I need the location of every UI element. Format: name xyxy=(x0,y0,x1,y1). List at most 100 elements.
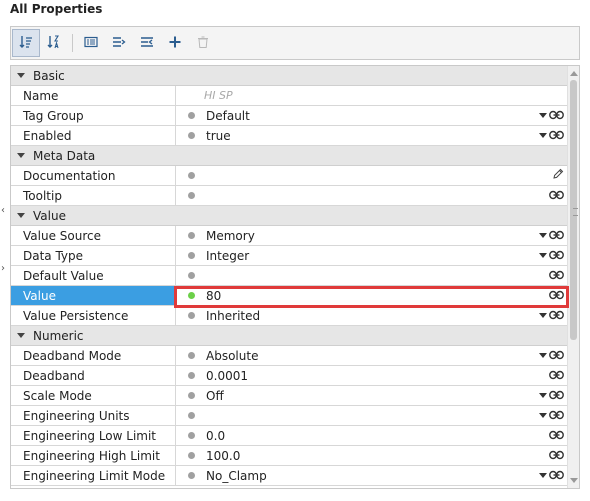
link-binding-icon[interactable] xyxy=(549,249,564,263)
section-basic[interactable]: Basic xyxy=(11,66,568,86)
property-row-engineering-high-limit[interactable]: Engineering High Limit 100.0 xyxy=(11,446,568,466)
dropdown-arrow-icon[interactable] xyxy=(539,133,547,138)
collapse-all-button[interactable] xyxy=(133,29,161,57)
property-value-cell[interactable]: Memory xyxy=(176,226,568,245)
property-value-cell[interactable]: 0.0001 xyxy=(176,366,568,385)
section-header[interactable]: Numeric xyxy=(11,326,84,345)
property-row-scale-mode[interactable]: Scale Mode Off xyxy=(11,386,568,406)
chevron-left-icon[interactable]: ‹ xyxy=(1,205,5,216)
section-meta-data[interactable]: Meta Data xyxy=(11,146,568,166)
link-binding-icon[interactable] xyxy=(549,129,564,143)
link-binding-icon[interactable] xyxy=(549,269,564,283)
property-name[interactable]: Deadband xyxy=(11,366,176,385)
property-value-cell[interactable] xyxy=(176,406,568,425)
property-row-data-type[interactable]: Data Type Integer xyxy=(11,246,568,266)
link-binding-icon[interactable] xyxy=(549,389,564,403)
property-row-engineering-low-limit[interactable]: Engineering Low Limit 0.0 xyxy=(11,426,568,446)
property-name[interactable]: Engineering Units xyxy=(11,406,176,425)
sort-alpha-button[interactable] xyxy=(40,29,68,57)
property-row-value-persistence[interactable]: Value Persistence Inherited xyxy=(11,306,568,326)
link-binding-icon[interactable] xyxy=(549,349,564,363)
scroll-up-arrow-icon[interactable] xyxy=(570,71,578,76)
link-binding-icon[interactable] xyxy=(549,369,564,383)
link-binding-icon[interactable] xyxy=(549,229,564,243)
property-row-value[interactable]: Value 80 xyxy=(11,286,568,306)
property-name[interactable]: Name xyxy=(11,86,176,105)
dropdown-arrow-icon[interactable] xyxy=(539,313,547,318)
property-row-tag-group[interactable]: Tag Group Default xyxy=(11,106,568,126)
collapse-caret-icon[interactable] xyxy=(17,153,25,158)
property-value-cell[interactable]: Off xyxy=(176,386,568,405)
property-value-cell[interactable] xyxy=(176,166,568,185)
property-row-deadband-mode[interactable]: Deadband Mode Absolute xyxy=(11,346,568,366)
collapse-caret-icon[interactable] xyxy=(17,213,25,218)
property-name[interactable]: Value xyxy=(11,286,176,305)
add-property-button[interactable] xyxy=(161,29,189,57)
property-row-value-source[interactable]: Value Source Memory xyxy=(11,226,568,246)
property-name[interactable]: Tag Group xyxy=(11,106,176,125)
property-value-cell[interactable] xyxy=(176,186,568,205)
link-binding-icon[interactable] xyxy=(549,289,564,303)
property-row-enabled[interactable]: Enabled true xyxy=(11,126,568,146)
dropdown-arrow-icon[interactable] xyxy=(539,233,547,238)
property-value-cell[interactable]: No_Clamp xyxy=(176,466,568,485)
section-header[interactable]: Value xyxy=(11,206,66,225)
link-binding-icon[interactable] xyxy=(549,429,564,443)
property-value-cell[interactable]: 80 xyxy=(176,286,568,305)
details-button[interactable] xyxy=(77,29,105,57)
dropdown-arrow-icon[interactable] xyxy=(539,113,547,118)
property-name[interactable]: Scale Mode xyxy=(11,386,176,405)
property-name[interactable]: Engineering High Limit xyxy=(11,446,176,465)
chevron-right-icon[interactable]: › xyxy=(1,263,5,274)
section-header[interactable]: Meta Data xyxy=(11,146,95,165)
link-binding-icon[interactable] xyxy=(549,449,564,463)
property-value-cell[interactable]: Inherited xyxy=(176,306,568,325)
property-value-cell[interactable] xyxy=(176,266,568,285)
dropdown-arrow-icon[interactable] xyxy=(539,393,547,398)
property-row-deadband[interactable]: Deadband 0.0001 xyxy=(11,366,568,386)
edit-pencil-icon[interactable] xyxy=(552,168,564,183)
property-name[interactable]: Engineering Limit Mode xyxy=(11,466,176,485)
link-binding-icon[interactable] xyxy=(549,309,564,323)
property-row-engineering-limit-mode[interactable]: Engineering Limit Mode No_Clamp xyxy=(11,466,568,486)
property-name[interactable]: Value Source xyxy=(11,226,176,245)
scrollbar-thumb[interactable] xyxy=(570,80,578,340)
property-value-cell[interactable]: Default xyxy=(176,106,568,125)
dropdown-arrow-icon[interactable] xyxy=(539,253,547,258)
property-name[interactable]: Engineering Low Limit xyxy=(11,426,176,445)
section-header[interactable]: Basic xyxy=(11,66,65,85)
property-name[interactable]: Value Persistence xyxy=(11,306,176,325)
expand-all-button[interactable] xyxy=(105,29,133,57)
link-binding-icon[interactable] xyxy=(549,189,564,203)
property-name[interactable]: Tooltip xyxy=(11,186,176,205)
link-binding-icon[interactable] xyxy=(549,469,564,483)
property-value-cell[interactable]: HI SP xyxy=(176,86,568,105)
property-name[interactable]: Enabled xyxy=(11,126,176,145)
property-row-engineering-units[interactable]: Engineering Units xyxy=(11,406,568,426)
section-value[interactable]: Value xyxy=(11,206,568,226)
property-row-name[interactable]: Name HI SP xyxy=(11,86,568,106)
property-value-cell[interactable]: true xyxy=(176,126,568,145)
vertical-scrollbar[interactable] xyxy=(567,66,579,488)
property-value-cell[interactable]: Integer xyxy=(176,246,568,265)
sort-categorized-button[interactable] xyxy=(12,29,40,57)
property-value-cell[interactable]: 0.0 xyxy=(176,426,568,445)
collapse-caret-icon[interactable] xyxy=(17,73,25,78)
dropdown-arrow-icon[interactable] xyxy=(539,473,547,478)
property-name[interactable]: Documentation xyxy=(11,166,176,185)
dropdown-arrow-icon[interactable] xyxy=(539,413,547,418)
dropdown-arrow-icon[interactable] xyxy=(539,353,547,358)
collapse-caret-icon[interactable] xyxy=(17,333,25,338)
property-name[interactable]: Deadband Mode xyxy=(11,346,176,365)
property-row-documentation[interactable]: Documentation xyxy=(11,166,568,186)
property-value-cell[interactable]: Absolute xyxy=(176,346,568,365)
property-name[interactable]: Default Value xyxy=(11,266,176,285)
link-binding-icon[interactable] xyxy=(549,109,564,123)
delete-property-button[interactable] xyxy=(189,29,217,57)
section-numeric[interactable]: Numeric xyxy=(11,326,568,346)
property-value-cell[interactable]: 100.0 xyxy=(176,446,568,465)
scroll-down-arrow-icon[interactable] xyxy=(570,478,578,483)
property-row-default-value[interactable]: Default Value xyxy=(11,266,568,286)
property-name[interactable]: Data Type xyxy=(11,246,176,265)
property-row-tooltip[interactable]: Tooltip xyxy=(11,186,568,206)
